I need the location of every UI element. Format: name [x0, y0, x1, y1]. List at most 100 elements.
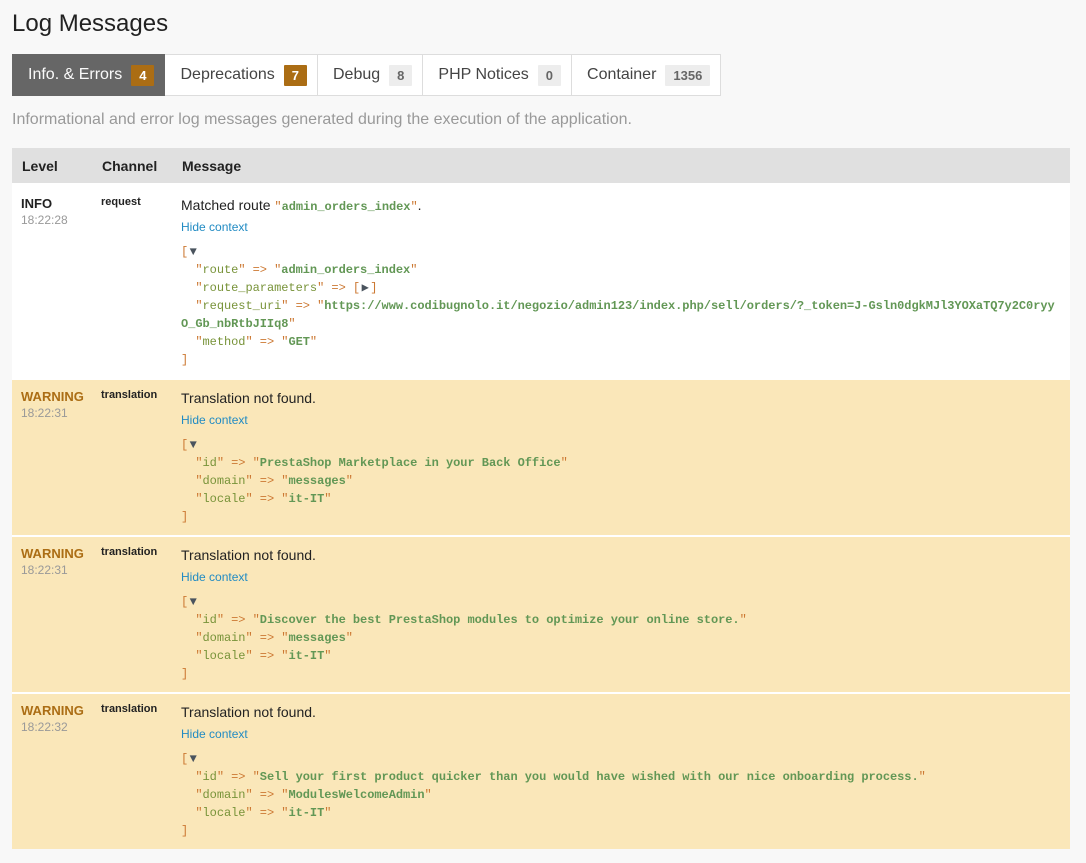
tab-navigation: Info. & Errors4 Deprecations 7 Debug8PHP No…	[12, 54, 1070, 96]
log-timestamp: 18:22:31	[21, 562, 82, 579]
log-table-head: LevelChannelMessage	[12, 148, 1070, 183]
hide-context-link[interactable]: Hide context	[181, 219, 248, 235]
dump-punct: "	[410, 263, 417, 277]
dump-punct: "	[181, 474, 203, 488]
dump-punct: " => "	[217, 456, 260, 470]
dump-punct: " => "	[281, 299, 324, 313]
channel-cell: translation	[92, 692, 172, 849]
hide-context-link[interactable]: Hide context	[181, 412, 248, 428]
tab-label: Deprecations	[180, 66, 274, 83]
dump-key: id	[203, 613, 217, 627]
log-level: WARNING	[21, 545, 82, 562]
dump-key: request_uri	[203, 299, 282, 313]
log-channel: translation	[101, 702, 162, 717]
tab-label: Container	[587, 66, 656, 83]
log-row: WARNING18:22:32translationTranslation no…	[12, 692, 1070, 849]
dump-key: route	[203, 263, 239, 277]
log-row: INFO18:22:28requestMatched route "admin_…	[12, 183, 1070, 378]
dump-str: messages	[288, 631, 345, 645]
channel-cell: translation	[92, 378, 172, 535]
dump-key: id	[203, 456, 217, 470]
message-cell: Matched route "admin_orders_index". Hide …	[172, 183, 1070, 378]
log-message: Matched route "admin_orders_index".	[181, 195, 1059, 216]
tab-count-badge: 8	[389, 65, 412, 86]
dump-punct: " => "	[245, 631, 288, 645]
dump-punct: "	[324, 649, 331, 663]
header-row: LevelChannelMessage	[12, 148, 1070, 183]
dump-punct: "	[919, 770, 926, 784]
dump-key: locale	[203, 492, 246, 506]
dump-key: domain	[203, 631, 246, 645]
dump-str: it-IT	[288, 492, 324, 506]
level-cell: WARNING18:22:31	[12, 535, 92, 692]
dump-punct: "	[740, 613, 747, 627]
dump-punct: "	[181, 788, 203, 802]
dump-punct: "	[181, 492, 203, 506]
dump-punct: "	[324, 492, 331, 506]
message-cell: Translation not found.Hide context[▼ "id…	[172, 692, 1070, 849]
hide-context-link[interactable]: Hide context	[181, 726, 248, 742]
dump-punct: "	[181, 649, 203, 663]
dump-punct: ]	[181, 667, 188, 681]
dump-str: admin_orders_index	[281, 263, 410, 277]
log-level: WARNING	[21, 388, 82, 405]
dump-punct: "	[181, 631, 203, 645]
tab-count-badge: 1356	[665, 65, 710, 86]
tab-count-badge: 0	[538, 65, 561, 86]
dump-punct: " => "	[245, 335, 288, 349]
dump-str: messages	[288, 474, 345, 488]
log-level: INFO	[21, 195, 82, 212]
dump-punct: "	[274, 200, 281, 214]
level-cell: WARNING18:22:31	[12, 378, 92, 535]
dump-punct: "	[288, 317, 295, 331]
dump-punct: "	[181, 806, 203, 820]
log-table: LevelChannelMessage INFO18:22:28requestM…	[12, 148, 1070, 849]
dump-str: Discover the best PrestaShop modules to …	[260, 613, 740, 627]
dump-toggle-arrow[interactable]: ▼	[190, 438, 197, 452]
dump-punct: "	[181, 770, 203, 784]
dump-punct: "	[346, 474, 353, 488]
dump-punct: "	[181, 281, 203, 295]
dump-toggle-arrow[interactable]: ▼	[190, 245, 197, 259]
dump-key: method	[203, 335, 246, 349]
dump-punct: " => "	[245, 492, 288, 506]
dump-toggle-arrow[interactable]: ▶	[362, 281, 369, 295]
tab-container[interactable]: Container 1356	[571, 54, 721, 96]
tab-info-errors[interactable]: Info. & Errors4	[12, 54, 165, 96]
tab-label: Info. & Errors	[28, 66, 122, 83]
dump-punct: " => [	[317, 281, 360, 295]
dump-str: admin_orders_index	[282, 200, 411, 214]
dump-key: locale	[203, 806, 246, 820]
column-header-message: Message	[172, 148, 1070, 183]
context-dump: [▼ "id" => "PrestaShop Marketplace in yo…	[181, 436, 1059, 526]
tab-debug[interactable]: Debug8	[317, 54, 423, 96]
dump-punct: " => "	[245, 806, 288, 820]
page-title: Log Messages	[12, 0, 1070, 38]
log-timestamp: 18:22:31	[21, 405, 82, 422]
context-dump: [▼ "id" => "Discover the best PrestaShop…	[181, 593, 1059, 683]
dump-punct: "	[324, 806, 331, 820]
panel-description: Informational and error log messages gen…	[12, 110, 1070, 130]
log-channel: request	[101, 195, 162, 210]
dump-key: locale	[203, 649, 246, 663]
dump-str: ModulesWelcomeAdmin	[288, 788, 424, 802]
dump-punct: " => "	[245, 474, 288, 488]
dump-punct: " => "	[245, 649, 288, 663]
tab-php-notices[interactable]: PHP Notices0	[422, 54, 572, 96]
dump-punct: "	[181, 335, 203, 349]
hide-context-link[interactable]: Hide context	[181, 569, 248, 585]
dump-punct: [	[181, 245, 188, 259]
dump-toggle-arrow[interactable]: ▼	[190, 595, 197, 609]
log-message: Translation not found.	[181, 702, 1059, 723]
dump-punct: "	[346, 631, 353, 645]
log-timestamp: 18:22:32	[21, 719, 82, 736]
dump-str: GET	[288, 335, 309, 349]
tab-deprecations[interactable]: Deprecations 7	[164, 54, 318, 96]
dump-toggle-arrow[interactable]: ▼	[190, 752, 197, 766]
dump-punct: ]	[181, 824, 188, 838]
log-message: Translation not found.	[181, 388, 1059, 409]
tab-count-badge: 7	[284, 65, 307, 86]
dump-punct: "	[425, 788, 432, 802]
message-cell: Translation not found.Hide context[▼ "id…	[172, 378, 1070, 535]
dump-punct: [	[181, 438, 188, 452]
